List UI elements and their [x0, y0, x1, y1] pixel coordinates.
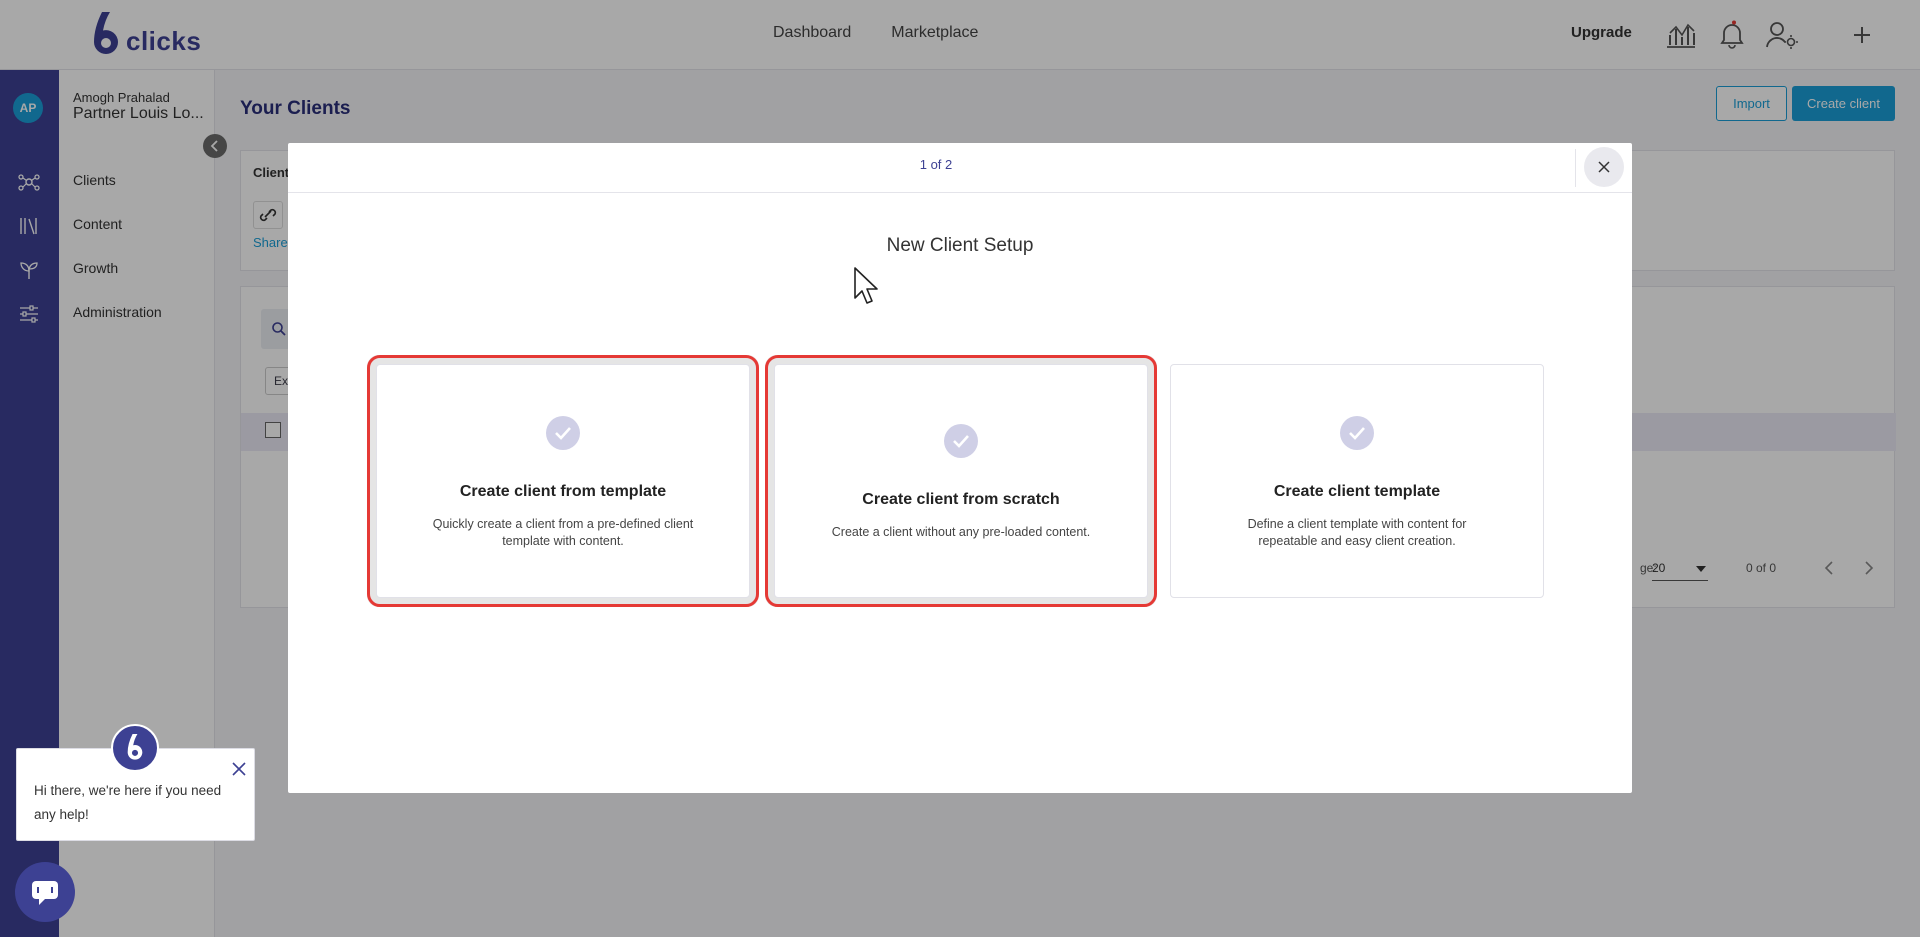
option-title: Create client from template: [459, 483, 667, 500]
option-description: Create a client without any pre-loaded c…: [831, 525, 1091, 539]
close-icon: [1598, 161, 1610, 173]
chat-icon: [32, 881, 58, 905]
chat-launcher-button[interactable]: [15, 862, 75, 922]
option-description: Quickly create a client from a pre-defin…: [432, 517, 694, 548]
header-divider: [1575, 149, 1576, 187]
close-icon: [232, 762, 246, 776]
mouse-cursor-icon: [853, 266, 879, 306]
chat-close-button[interactable]: [231, 761, 247, 777]
option-description: Define a client template with content fo…: [1247, 517, 1467, 548]
modal-header: 1 of 2: [288, 143, 1632, 193]
chat-logo-icon: [111, 724, 159, 772]
new-client-modal: 1 of 2 New Client Setup Create client fr…: [288, 143, 1632, 793]
option-title: Create client template: [1273, 483, 1441, 500]
chat-message: Hi there, we're here if you need any hel…: [34, 783, 222, 822]
step-indicator: 1 of 2: [919, 157, 953, 172]
option-from-template[interactable]: Create client from template Quickly crea…: [367, 355, 759, 607]
check-circle-icon: [546, 416, 580, 450]
option-create-template[interactable]: Create client template Define a client t…: [1170, 364, 1544, 598]
option-title: Create client from scratch: [862, 491, 1060, 508]
close-button[interactable]: [1584, 147, 1624, 187]
option-from-scratch[interactable]: Create client from scratch Create a clie…: [765, 355, 1157, 607]
check-circle-icon: [1340, 416, 1374, 450]
modal-title: New Client Setup: [886, 235, 1034, 256]
check-circle-icon: [944, 424, 978, 458]
